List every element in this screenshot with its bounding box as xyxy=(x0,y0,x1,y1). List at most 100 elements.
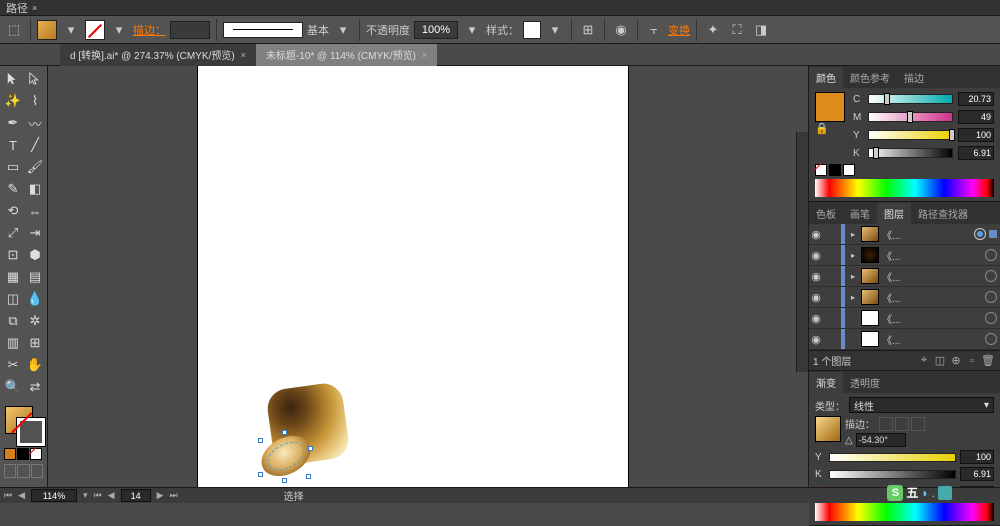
tab-color[interactable]: 颜色 xyxy=(809,67,843,88)
visibility-icon[interactable]: ◉ xyxy=(809,228,823,241)
grad-y-slider[interactable] xyxy=(829,453,956,462)
disclosure-icon[interactable]: ▸ xyxy=(848,230,858,239)
grad-y-input[interactable] xyxy=(960,450,994,464)
target-icon[interactable] xyxy=(974,228,986,240)
layer-row[interactable]: ◉ ▸ 《... xyxy=(809,224,1000,245)
doc-tab-1[interactable]: d [转换].ai* @ 274.37% (CMYK/预览) × xyxy=(60,44,256,66)
y-slider[interactable] xyxy=(868,130,953,140)
grad-stroke-across[interactable] xyxy=(911,417,925,431)
rectangle-tool[interactable]: ▭ xyxy=(2,156,24,178)
close-icon[interactable]: × xyxy=(422,50,427,60)
disclosure-icon[interactable]: ▸ xyxy=(848,251,858,260)
lasso-tool[interactable]: ⌇ xyxy=(24,90,46,112)
blend-tool[interactable]: ⧉ xyxy=(2,310,24,332)
column-graph-tool[interactable]: ▥ xyxy=(2,332,24,354)
white-swatch[interactable] xyxy=(843,164,855,176)
sel-handle[interactable] xyxy=(282,430,287,435)
stroke-profile[interactable] xyxy=(223,22,303,38)
layer-row[interactable]: ◉ ▸ 《... xyxy=(809,245,1000,266)
lock-icon[interactable]: 🔒 xyxy=(815,122,827,136)
gradient-mode-swatch[interactable] xyxy=(17,448,29,460)
magic-wand-tool[interactable]: ✨ xyxy=(2,90,24,112)
jar-artwork[interactable] xyxy=(260,386,346,476)
nav-first-icon[interactable]: ⏮ xyxy=(4,490,12,501)
direct-selection-tool[interactable] xyxy=(24,68,46,90)
sel-handle[interactable] xyxy=(282,478,287,483)
nav-last-artboard-icon[interactable]: ⏭ xyxy=(170,490,178,501)
m-input[interactable] xyxy=(958,110,994,124)
tab-color-guide[interactable]: 颜色参考 xyxy=(843,67,897,88)
style-swatch[interactable] xyxy=(523,21,541,39)
k-slider[interactable] xyxy=(868,148,953,158)
perspective-tool[interactable]: ▦ xyxy=(2,266,24,288)
gradient-spectrum-strip[interactable] xyxy=(815,503,994,521)
eyedropper-tool[interactable]: 💧 xyxy=(24,288,46,310)
curvature-tool[interactable]: 〰 xyxy=(24,112,46,134)
none-swatch[interactable] xyxy=(815,164,827,176)
sel-handle[interactable] xyxy=(258,472,263,477)
pencil-tool[interactable]: ✎ xyxy=(2,178,24,200)
width-tool[interactable]: ⇥ xyxy=(24,222,46,244)
tab-stroke[interactable]: 描边 xyxy=(897,67,931,88)
delete-icon[interactable]: 🗑 xyxy=(980,354,996,367)
align-icon[interactable]: ⫟ xyxy=(644,20,664,40)
tab-swatches[interactable]: 色板 xyxy=(809,203,843,224)
new-layer-icon[interactable]: ▫ xyxy=(964,355,980,367)
stroke-label[interactable]: 描边： xyxy=(133,22,166,38)
grad-type-select[interactable]: 线性▾ xyxy=(849,397,994,413)
visibility-icon[interactable]: ◉ xyxy=(809,249,823,262)
grad-stroke-within[interactable] xyxy=(879,417,893,431)
eraser-tool[interactable]: ◧ xyxy=(24,178,46,200)
doc-tab-2[interactable]: 未标题-10* @ 114% (CMYK/预览) × xyxy=(256,44,437,66)
transform-label[interactable]: 变换 xyxy=(668,22,690,38)
target-icon[interactable] xyxy=(985,249,997,261)
draw-behind[interactable] xyxy=(17,464,29,478)
arrange-icon[interactable]: ◨ xyxy=(751,20,771,40)
selection-tool[interactable] xyxy=(2,68,24,90)
k-input[interactable] xyxy=(958,146,994,160)
draw-normal[interactable] xyxy=(4,464,16,478)
grad-k-slider[interactable] xyxy=(829,470,956,479)
gradient-preview[interactable] xyxy=(815,416,841,442)
zoom-tool[interactable]: 🔍 xyxy=(2,376,24,398)
symbol-sprayer-tool[interactable]: ✲ xyxy=(24,310,46,332)
none-mode-swatch[interactable] xyxy=(30,448,42,460)
fill-swatch[interactable] xyxy=(37,20,57,40)
layer-row[interactable]: ◉ ▸ 《... xyxy=(809,266,1000,287)
visibility-icon[interactable]: ◉ xyxy=(809,291,823,304)
pen-tool[interactable]: ✒ xyxy=(2,112,24,134)
tab-brushes[interactable]: 画笔 xyxy=(843,203,877,224)
visibility-icon[interactable]: ◉ xyxy=(809,270,823,283)
tab-gradient[interactable]: 渐变 xyxy=(809,372,843,393)
slice-tool[interactable]: ✂ xyxy=(2,354,24,376)
nav-prev-icon[interactable]: ◀ xyxy=(18,490,25,501)
sel-handle[interactable] xyxy=(308,446,313,451)
sel-handle[interactable] xyxy=(258,438,263,443)
mesh-tool[interactable]: ▤ xyxy=(24,266,46,288)
target-icon[interactable] xyxy=(985,312,997,324)
reflect-tool[interactable]: ⇔ xyxy=(24,200,46,222)
sel-handle[interactable] xyxy=(306,474,311,479)
stroke-dropdown-icon[interactable]: ▾ xyxy=(109,20,129,40)
scale-tool[interactable]: ⤢ xyxy=(2,222,24,244)
recolor-icon[interactable]: ◉ xyxy=(611,20,631,40)
path-close-icon[interactable]: × xyxy=(32,3,37,13)
grad-stroke-along[interactable] xyxy=(895,417,909,431)
grad-k-input[interactable] xyxy=(960,467,994,481)
zoom-input[interactable] xyxy=(31,489,77,502)
visibility-icon[interactable]: ◉ xyxy=(809,312,823,325)
doc-setup-icon[interactable]: ⊞ xyxy=(578,20,598,40)
disclosure-icon[interactable]: ▸ xyxy=(848,272,858,281)
free-transform-tool[interactable]: ⊡ xyxy=(2,244,24,266)
nav-prev-artboard-icon[interactable]: ◀ xyxy=(108,490,115,501)
opacity-dropdown-icon[interactable]: ▾ xyxy=(462,20,482,40)
panel-dock-strip[interactable] xyxy=(796,132,808,372)
target-icon[interactable] xyxy=(985,270,997,282)
target-icon[interactable] xyxy=(985,291,997,303)
line-tool[interactable]: ╱ xyxy=(24,134,46,156)
artboard-tool[interactable]: ⊞ xyxy=(24,332,46,354)
visibility-icon[interactable]: ◉ xyxy=(809,333,823,346)
gradient-tool[interactable]: ◫ xyxy=(2,288,24,310)
opacity-input[interactable] xyxy=(414,21,458,39)
paintbrush-tool[interactable]: 🖌 xyxy=(24,156,46,178)
